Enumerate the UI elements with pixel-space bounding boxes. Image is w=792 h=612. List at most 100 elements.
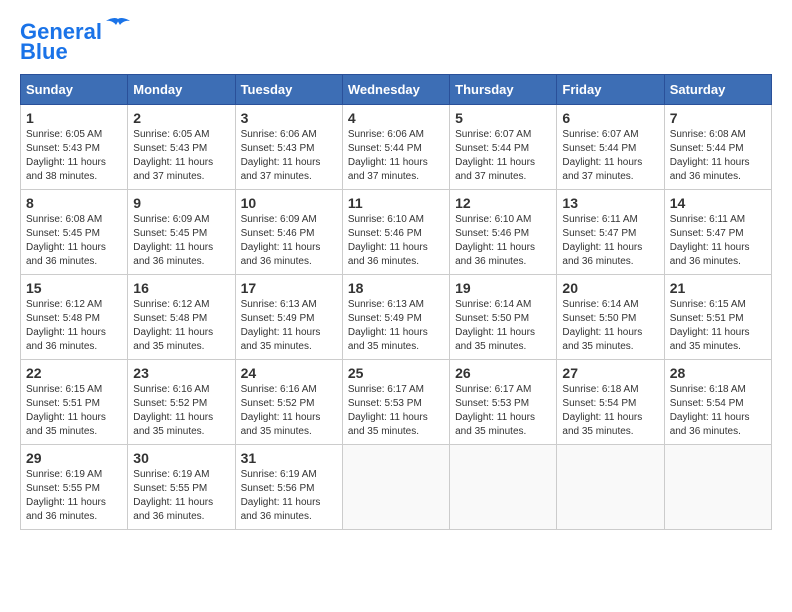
logo-blue-text: Blue [20, 39, 68, 64]
day-number: 26 [455, 365, 551, 381]
day-info: Sunrise: 6:11 AM Sunset: 5:47 PM Dayligh… [670, 213, 766, 269]
day-number: 19 [455, 280, 551, 296]
day-info: Sunrise: 6:08 AM Sunset: 5:45 PM Dayligh… [26, 213, 122, 269]
logo: General Blue [20, 20, 132, 64]
day-number: 3 [241, 110, 337, 126]
day-info: Sunrise: 6:07 AM Sunset: 5:44 PM Dayligh… [455, 128, 551, 184]
day-number: 6 [562, 110, 658, 126]
day-info: Sunrise: 6:16 AM Sunset: 5:52 PM Dayligh… [133, 383, 229, 439]
calendar-cell [450, 445, 557, 530]
day-info: Sunrise: 6:10 AM Sunset: 5:46 PM Dayligh… [348, 213, 444, 269]
day-info: Sunrise: 6:12 AM Sunset: 5:48 PM Dayligh… [133, 298, 229, 354]
day-number: 1 [26, 110, 122, 126]
calendar-cell: 18 Sunrise: 6:13 AM Sunset: 5:49 PM Dayl… [342, 275, 449, 360]
weekday-header-thursday: Thursday [450, 75, 557, 105]
day-info: Sunrise: 6:09 AM Sunset: 5:45 PM Dayligh… [133, 213, 229, 269]
calendar-table: SundayMondayTuesdayWednesdayThursdayFrid… [20, 74, 772, 530]
calendar-cell: 27 Sunrise: 6:18 AM Sunset: 5:54 PM Dayl… [557, 360, 664, 445]
calendar-cell: 2 Sunrise: 6:05 AM Sunset: 5:43 PM Dayli… [128, 105, 235, 190]
calendar-cell: 6 Sunrise: 6:07 AM Sunset: 5:44 PM Dayli… [557, 105, 664, 190]
day-number: 29 [26, 450, 122, 466]
calendar-cell: 29 Sunrise: 6:19 AM Sunset: 5:55 PM Dayl… [21, 445, 128, 530]
day-info: Sunrise: 6:14 AM Sunset: 5:50 PM Dayligh… [455, 298, 551, 354]
day-info: Sunrise: 6:07 AM Sunset: 5:44 PM Dayligh… [562, 128, 658, 184]
day-info: Sunrise: 6:19 AM Sunset: 5:56 PM Dayligh… [241, 468, 337, 524]
weekday-header-tuesday: Tuesday [235, 75, 342, 105]
day-info: Sunrise: 6:09 AM Sunset: 5:46 PM Dayligh… [241, 213, 337, 269]
day-number: 10 [241, 195, 337, 211]
day-number: 25 [348, 365, 444, 381]
logo-bird-icon [104, 17, 132, 39]
calendar-week-4: 22 Sunrise: 6:15 AM Sunset: 5:51 PM Dayl… [21, 360, 772, 445]
day-info: Sunrise: 6:17 AM Sunset: 5:53 PM Dayligh… [348, 383, 444, 439]
calendar-cell: 21 Sunrise: 6:15 AM Sunset: 5:51 PM Dayl… [664, 275, 771, 360]
day-number: 17 [241, 280, 337, 296]
day-number: 9 [133, 195, 229, 211]
day-info: Sunrise: 6:08 AM Sunset: 5:44 PM Dayligh… [670, 128, 766, 184]
day-info: Sunrise: 6:18 AM Sunset: 5:54 PM Dayligh… [562, 383, 658, 439]
calendar-cell: 19 Sunrise: 6:14 AM Sunset: 5:50 PM Dayl… [450, 275, 557, 360]
day-info: Sunrise: 6:12 AM Sunset: 5:48 PM Dayligh… [26, 298, 122, 354]
calendar-cell: 30 Sunrise: 6:19 AM Sunset: 5:55 PM Dayl… [128, 445, 235, 530]
calendar-cell [557, 445, 664, 530]
day-info: Sunrise: 6:10 AM Sunset: 5:46 PM Dayligh… [455, 213, 551, 269]
day-info: Sunrise: 6:05 AM Sunset: 5:43 PM Dayligh… [26, 128, 122, 184]
day-info: Sunrise: 6:19 AM Sunset: 5:55 PM Dayligh… [26, 468, 122, 524]
day-number: 22 [26, 365, 122, 381]
calendar-cell: 15 Sunrise: 6:12 AM Sunset: 5:48 PM Dayl… [21, 275, 128, 360]
calendar-cell: 11 Sunrise: 6:10 AM Sunset: 5:46 PM Dayl… [342, 190, 449, 275]
day-number: 7 [670, 110, 766, 126]
day-number: 15 [26, 280, 122, 296]
day-info: Sunrise: 6:18 AM Sunset: 5:54 PM Dayligh… [670, 383, 766, 439]
calendar-cell: 26 Sunrise: 6:17 AM Sunset: 5:53 PM Dayl… [450, 360, 557, 445]
day-info: Sunrise: 6:15 AM Sunset: 5:51 PM Dayligh… [670, 298, 766, 354]
day-info: Sunrise: 6:16 AM Sunset: 5:52 PM Dayligh… [241, 383, 337, 439]
calendar-cell [664, 445, 771, 530]
day-info: Sunrise: 6:13 AM Sunset: 5:49 PM Dayligh… [241, 298, 337, 354]
calendar-cell: 5 Sunrise: 6:07 AM Sunset: 5:44 PM Dayli… [450, 105, 557, 190]
calendar-cell: 16 Sunrise: 6:12 AM Sunset: 5:48 PM Dayl… [128, 275, 235, 360]
calendar-cell: 14 Sunrise: 6:11 AM Sunset: 5:47 PM Dayl… [664, 190, 771, 275]
day-number: 18 [348, 280, 444, 296]
day-number: 14 [670, 195, 766, 211]
day-info: Sunrise: 6:11 AM Sunset: 5:47 PM Dayligh… [562, 213, 658, 269]
day-number: 5 [455, 110, 551, 126]
calendar-cell: 25 Sunrise: 6:17 AM Sunset: 5:53 PM Dayl… [342, 360, 449, 445]
calendar-cell: 4 Sunrise: 6:06 AM Sunset: 5:44 PM Dayli… [342, 105, 449, 190]
calendar-week-5: 29 Sunrise: 6:19 AM Sunset: 5:55 PM Dayl… [21, 445, 772, 530]
day-info: Sunrise: 6:06 AM Sunset: 5:44 PM Dayligh… [348, 128, 444, 184]
day-number: 20 [562, 280, 658, 296]
calendar-week-2: 8 Sunrise: 6:08 AM Sunset: 5:45 PM Dayli… [21, 190, 772, 275]
day-info: Sunrise: 6:19 AM Sunset: 5:55 PM Dayligh… [133, 468, 229, 524]
calendar-cell: 17 Sunrise: 6:13 AM Sunset: 5:49 PM Dayl… [235, 275, 342, 360]
weekday-header-friday: Friday [557, 75, 664, 105]
calendar-cell: 13 Sunrise: 6:11 AM Sunset: 5:47 PM Dayl… [557, 190, 664, 275]
day-info: Sunrise: 6:05 AM Sunset: 5:43 PM Dayligh… [133, 128, 229, 184]
calendar-cell: 9 Sunrise: 6:09 AM Sunset: 5:45 PM Dayli… [128, 190, 235, 275]
weekday-header-row: SundayMondayTuesdayWednesdayThursdayFrid… [21, 75, 772, 105]
day-number: 16 [133, 280, 229, 296]
weekday-header-wednesday: Wednesday [342, 75, 449, 105]
day-number: 2 [133, 110, 229, 126]
page-header: General Blue [20, 20, 772, 64]
day-info: Sunrise: 6:06 AM Sunset: 5:43 PM Dayligh… [241, 128, 337, 184]
day-info: Sunrise: 6:14 AM Sunset: 5:50 PM Dayligh… [562, 298, 658, 354]
day-number: 28 [670, 365, 766, 381]
day-number: 31 [241, 450, 337, 466]
weekday-header-sunday: Sunday [21, 75, 128, 105]
calendar-cell: 24 Sunrise: 6:16 AM Sunset: 5:52 PM Dayl… [235, 360, 342, 445]
day-info: Sunrise: 6:15 AM Sunset: 5:51 PM Dayligh… [26, 383, 122, 439]
day-number: 4 [348, 110, 444, 126]
calendar-cell [342, 445, 449, 530]
day-number: 13 [562, 195, 658, 211]
day-number: 11 [348, 195, 444, 211]
calendar-cell: 10 Sunrise: 6:09 AM Sunset: 5:46 PM Dayl… [235, 190, 342, 275]
weekday-header-monday: Monday [128, 75, 235, 105]
calendar-week-3: 15 Sunrise: 6:12 AM Sunset: 5:48 PM Dayl… [21, 275, 772, 360]
day-number: 12 [455, 195, 551, 211]
calendar-cell: 12 Sunrise: 6:10 AM Sunset: 5:46 PM Dayl… [450, 190, 557, 275]
day-number: 30 [133, 450, 229, 466]
calendar-cell: 20 Sunrise: 6:14 AM Sunset: 5:50 PM Dayl… [557, 275, 664, 360]
calendar-week-1: 1 Sunrise: 6:05 AM Sunset: 5:43 PM Dayli… [21, 105, 772, 190]
day-info: Sunrise: 6:17 AM Sunset: 5:53 PM Dayligh… [455, 383, 551, 439]
